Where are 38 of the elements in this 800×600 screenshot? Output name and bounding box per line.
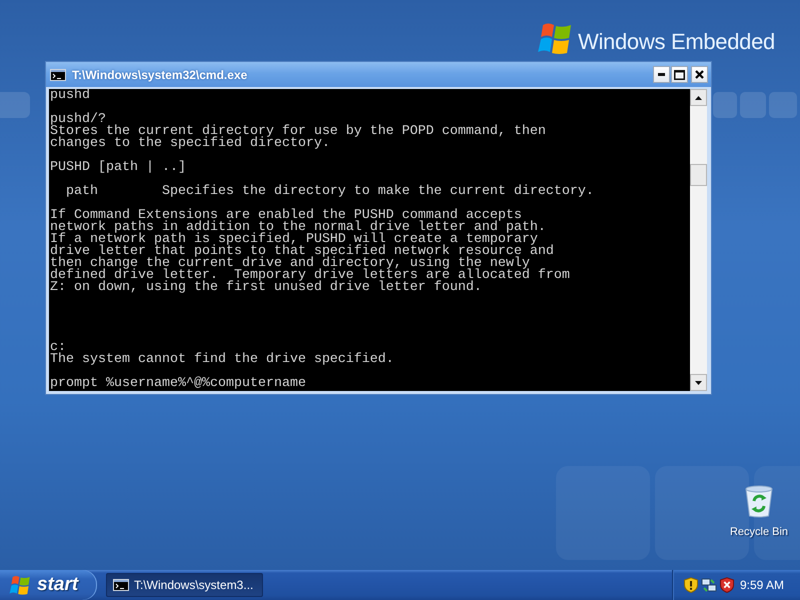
scroll-down-button[interactable] (690, 374, 707, 391)
console-line: path Specifies the directory to make the current directory. (64, 186, 594, 198)
console-line: prompt %username%^@%computername (50, 378, 306, 390)
console-icon (113, 579, 129, 591)
close-button[interactable] (691, 66, 708, 83)
minimize-button[interactable] (653, 66, 670, 83)
shield-x-icon[interactable] (719, 577, 735, 593)
maximize-icon (674, 70, 685, 80)
console-line: PUSHD [path | ..] (50, 162, 186, 174)
wallpaper-tile (713, 92, 737, 118)
flag-logo-icon (537, 22, 573, 56)
desktop-icon-label[interactable]: Recycle Bin (730, 526, 788, 538)
scrollbar-track[interactable] (690, 89, 707, 391)
scroll-up-button[interactable] (690, 89, 707, 106)
minimize-icon (658, 73, 665, 76)
wallpaper-tile (740, 92, 766, 118)
maximize-button[interactable] (671, 66, 688, 83)
console-line: pushd/? (50, 114, 106, 126)
wallpaper-tile (0, 92, 30, 118)
arrow-down-icon (695, 380, 702, 384)
network-icon[interactable] (701, 577, 717, 593)
close-icon (695, 70, 704, 79)
logo-wordmark: Windows Embedded (578, 29, 775, 55)
clock[interactable]: 9:59 AM (740, 578, 784, 592)
console-line: pushd (50, 90, 90, 102)
scrollbar-thumb[interactable] (690, 164, 707, 186)
flag-logo-icon (9, 574, 31, 596)
start-button[interactable]: start (0, 570, 97, 600)
wallpaper-tile (769, 92, 797, 118)
taskbar-window-button[interactable]: T:\Windows\system3... (106, 573, 263, 597)
console-line: changes to the specified directory. (50, 138, 330, 150)
console-line: Z: on down, using the first unused drive letter found. (50, 282, 482, 294)
shield-alert-icon[interactable] (683, 577, 699, 593)
arrow-up-icon (695, 96, 702, 100)
window-title: T:\Windows\system32\cmd.exe (72, 68, 248, 82)
console-icon (50, 68, 66, 80)
recycle-bin-icon[interactable] (743, 484, 775, 518)
console-line: The system cannot find the drive specified. (50, 354, 394, 366)
